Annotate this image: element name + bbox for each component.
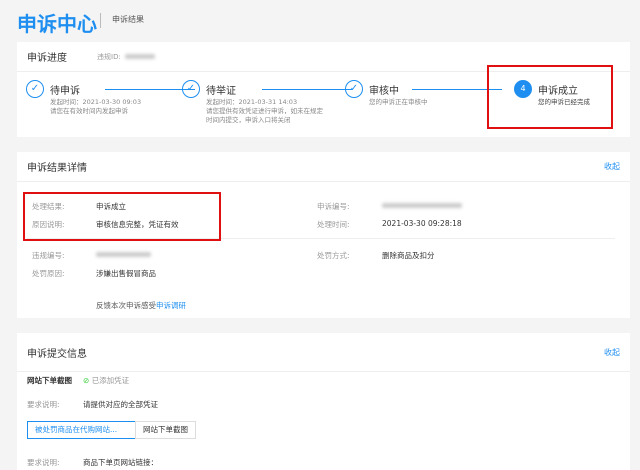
check-icon: ✓ (26, 80, 44, 98)
label: 申诉编号: (317, 201, 350, 212)
breadcrumb: 申诉结果 (112, 14, 144, 25)
appeal-no-value (382, 203, 462, 208)
req-value: 请提供对应的全部凭证 (83, 399, 158, 410)
step-desc: 发起时间：2021-03-30 09:03请您在有效时间内发起申诉 (50, 98, 190, 116)
result-header: 申诉结果详情 收起 (17, 152, 630, 182)
label: 要求说明: (27, 457, 60, 468)
step-desc: 发起时间：2021-03-31 14:03请您提供有效凭证进行申诉，如未在规定时… (206, 98, 324, 125)
step-label: 待申诉 (50, 82, 80, 97)
step-label: 待举证 (206, 82, 236, 97)
step-label: 审核中 (369, 82, 399, 97)
tab-proof-site[interactable]: 被处罚商品在代购网站... (27, 421, 136, 439)
status: ⊘ 已添加凭证 (83, 375, 129, 386)
progress-title: 申诉进度 (27, 49, 67, 64)
submit-header: 申诉提交信息 收起 (17, 333, 630, 372)
label: 要求说明: (27, 399, 60, 410)
page-title: 申诉中心 (17, 8, 97, 37)
violation-id-label: 违规ID: (97, 52, 121, 62)
label: 处罚方式: (317, 250, 350, 261)
section-title: 网站下单截图 (27, 375, 72, 386)
label: 处理时间: (317, 219, 350, 230)
result-title: 申诉结果详情 (27, 159, 87, 174)
violation-no-value (96, 252, 151, 257)
collapse-link[interactable]: 收起 (604, 347, 620, 358)
submit-title: 申诉提交信息 (27, 345, 87, 360)
penalty-reason-value: 涉嫌出售假冒商品 (96, 268, 156, 279)
highlight-box (23, 192, 221, 241)
step-connector (262, 89, 352, 90)
divider (100, 13, 101, 28)
survey-link[interactable]: 申诉调研 (156, 301, 186, 310)
label: 处罚原因: (32, 268, 65, 279)
label: 违规编号: (32, 250, 65, 261)
check-icon: ✓ (345, 80, 363, 98)
penalty-value: 删除商品及扣分 (382, 250, 435, 261)
tab-order-screenshot[interactable]: 网站下单截图 (135, 421, 196, 439)
highlight-box (487, 65, 613, 129)
collapse-link[interactable]: 收起 (604, 161, 620, 172)
feedback: 反馈本次申诉感受申诉调研 (96, 300, 186, 311)
submit-card: 申诉提交信息 收起 网站下单截图 ⊘ 已添加凭证 要求说明: 请提供对应的全部凭… (17, 333, 630, 470)
time-value: 2021-03-30 09:28:18 (382, 219, 462, 228)
req2-value: 商品下单页网站链接： (83, 457, 158, 468)
violation-id-value (125, 54, 155, 59)
check-icon: ✓ (182, 80, 200, 98)
check-circle-icon: ⊘ (83, 376, 89, 385)
